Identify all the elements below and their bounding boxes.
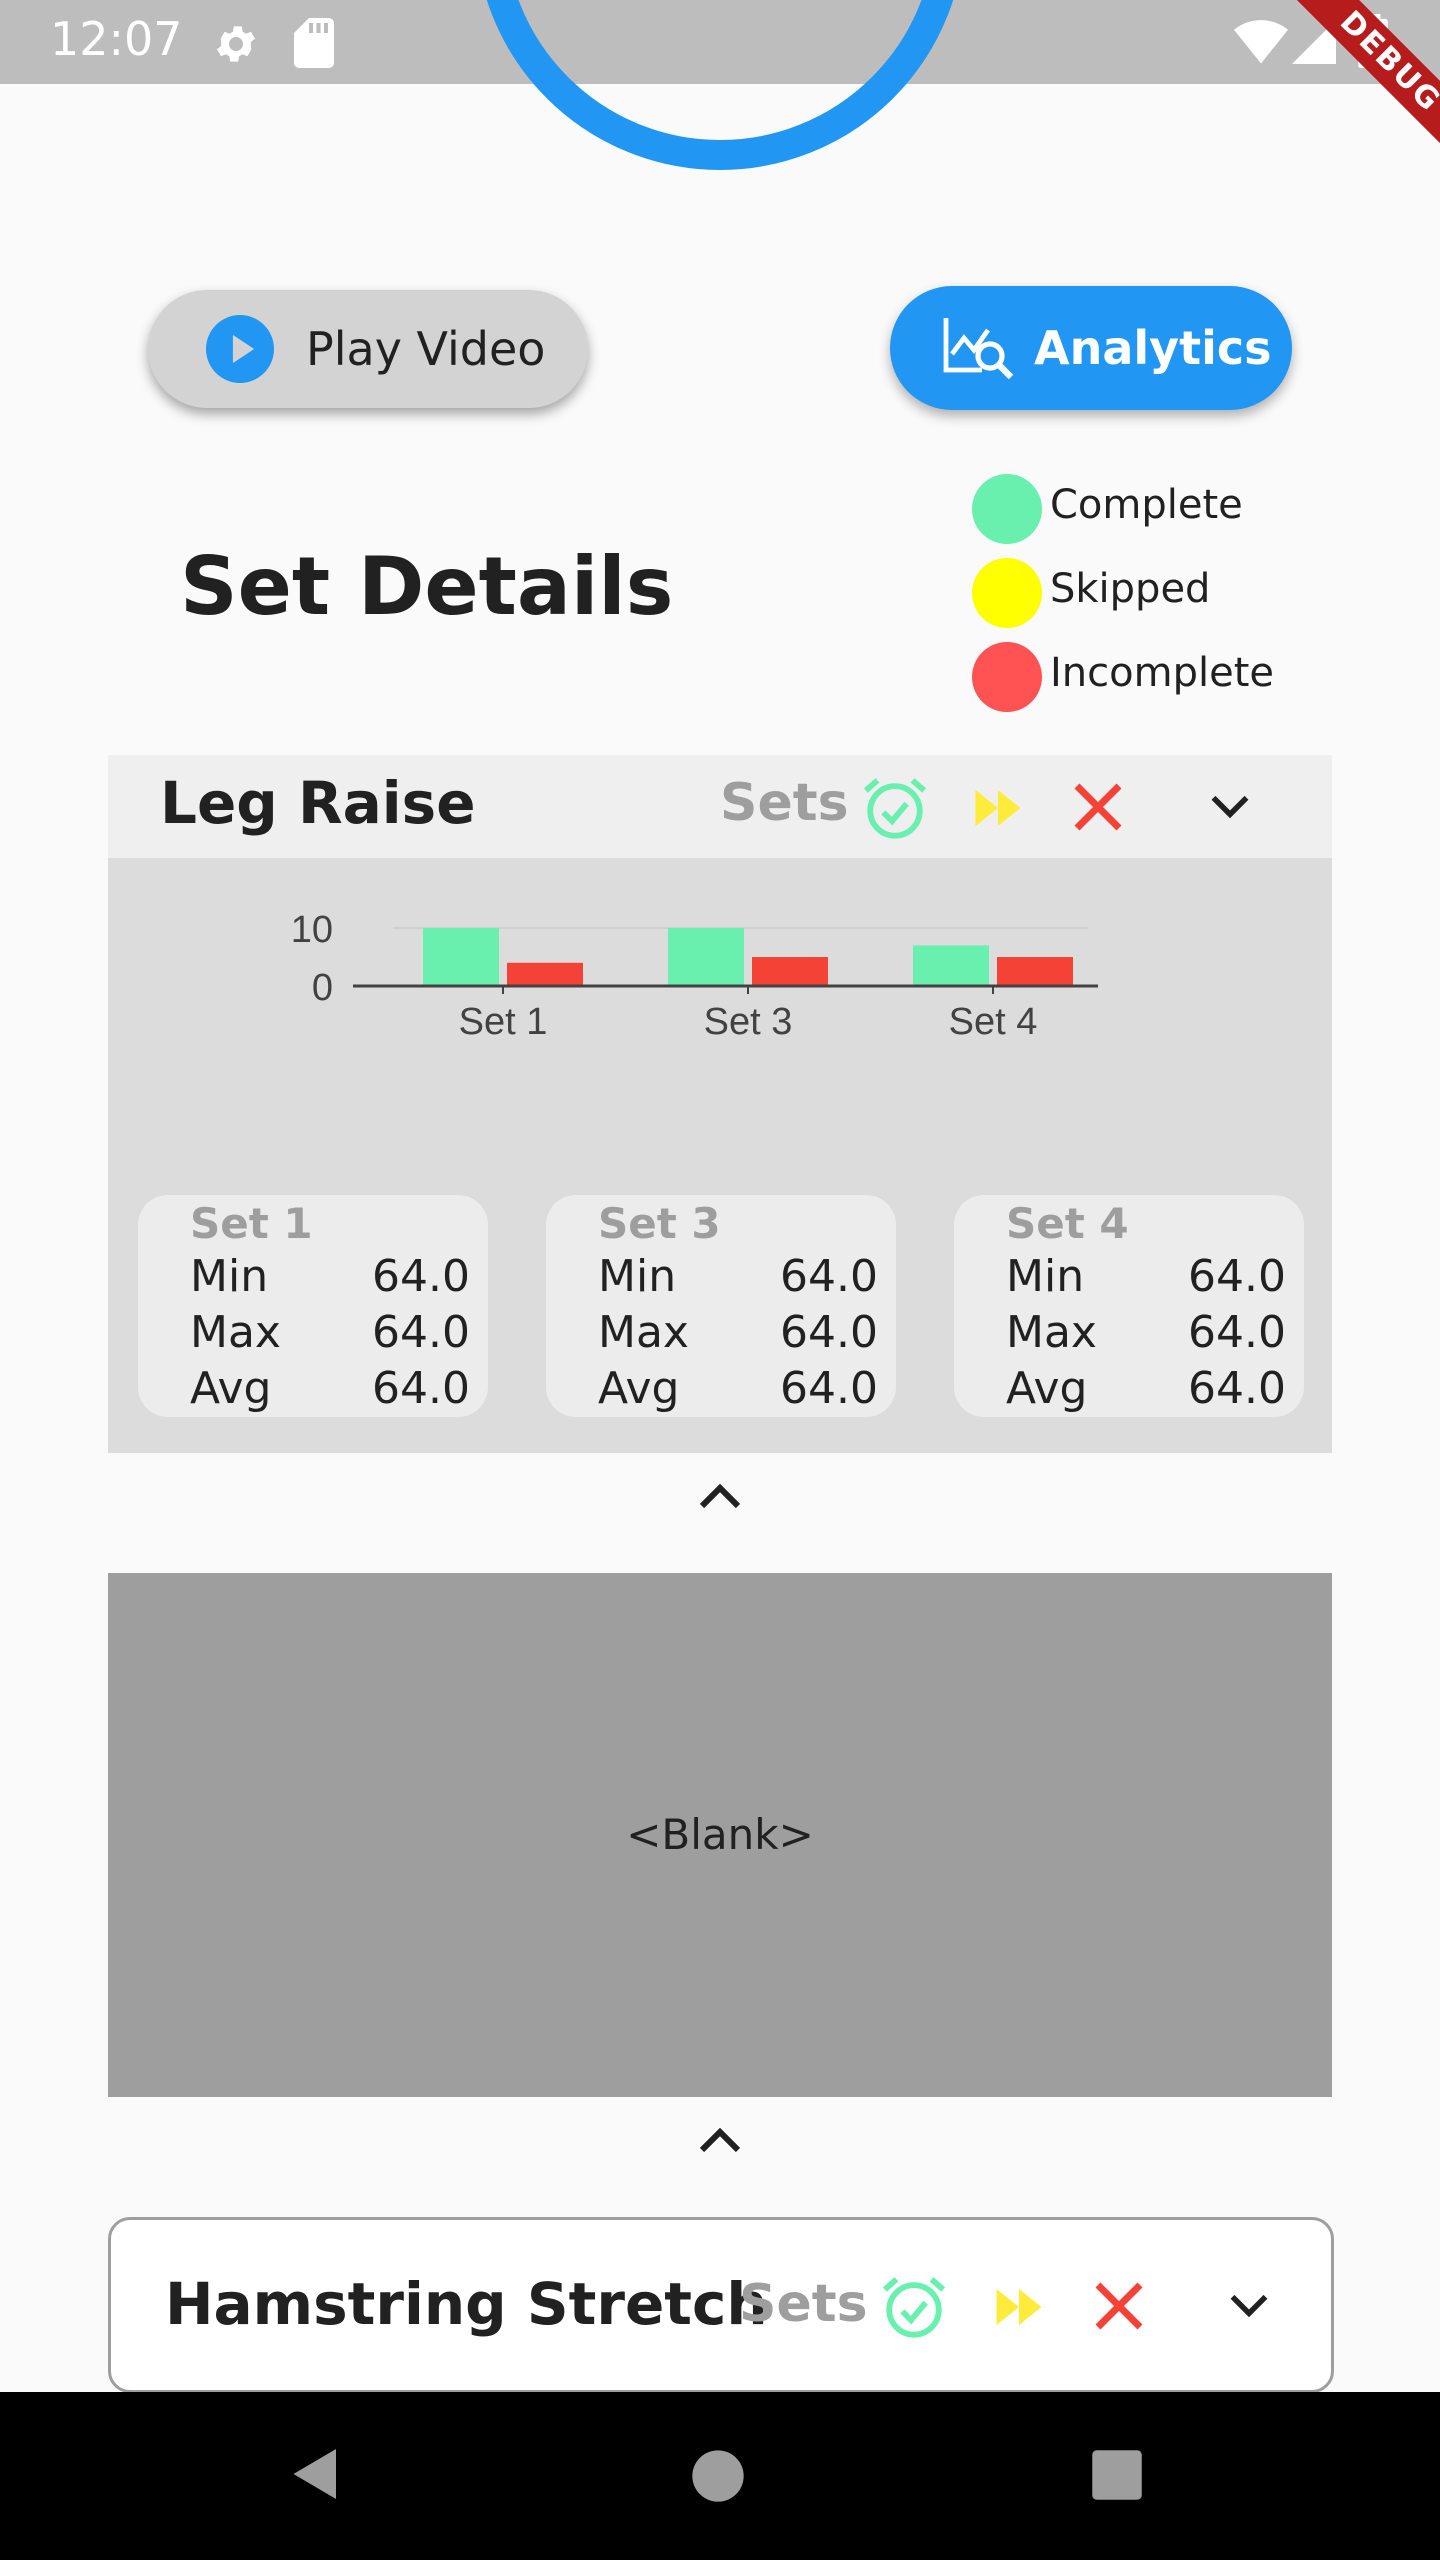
recents-icon[interactable] <box>1090 2448 1144 2502</box>
max-label: Max <box>190 1307 281 1358</box>
x-tick-label: Set 3 <box>704 1001 793 1043</box>
legend-label-complete: Complete <box>1050 482 1243 528</box>
chevron-up-icon[interactable] <box>696 1476 744 1516</box>
max-value: 64.0 <box>372 1307 470 1358</box>
back-icon[interactable] <box>286 2444 346 2504</box>
play-video-label: Play Video <box>306 322 546 376</box>
close-icon[interactable] <box>1070 779 1126 835</box>
min-value: 64.0 <box>372 1251 470 1302</box>
fast-forward-icon[interactable] <box>964 781 1032 835</box>
chevron-down-icon[interactable] <box>1227 2284 1271 2328</box>
analytics-button[interactable]: Analytics <box>890 286 1292 410</box>
max-label: Max <box>598 1307 689 1358</box>
avg-label: Avg <box>598 1363 680 1414</box>
avg-value: 64.0 <box>780 1363 878 1414</box>
wifi-icon <box>1234 20 1288 64</box>
sd-card-icon <box>294 18 334 68</box>
min-label: Min <box>1006 1251 1085 1302</box>
chevron-up-icon[interactable] <box>696 2120 744 2160</box>
alarm-check-icon[interactable] <box>879 2272 949 2342</box>
chart-bar <box>423 928 499 986</box>
close-icon[interactable] <box>1091 2278 1147 2334</box>
chart-bar <box>752 957 828 986</box>
min-value: 64.0 <box>780 1251 878 1302</box>
page-title: Set Details <box>180 540 674 633</box>
set-name: Set 4 <box>1006 1199 1129 1248</box>
sets-label: Sets <box>720 773 849 833</box>
exercise-card-hamstring-stretch[interactable]: Hamstring Stretch Sets <box>108 2217 1334 2393</box>
chart-bar <box>913 945 989 986</box>
legend-label-incomplete: Incomplete <box>1050 650 1274 696</box>
avg-value: 64.0 <box>1188 1363 1286 1414</box>
min-value: 64.0 <box>1188 1251 1286 1302</box>
avg-label: Avg <box>1006 1363 1088 1414</box>
complete-dot <box>972 474 1042 544</box>
x-tick-label: Set 4 <box>949 1001 1038 1043</box>
min-label: Min <box>598 1251 677 1302</box>
analytics-label: Analytics <box>1034 321 1272 375</box>
fast-forward-icon[interactable] <box>985 2280 1053 2334</box>
analytics-icon <box>943 318 1014 380</box>
incomplete-dot <box>972 642 1042 712</box>
status-time: 12:07 <box>50 12 183 66</box>
max-value: 64.0 <box>1188 1307 1286 1358</box>
set-stats-card: Set 1 Min 64.0 Max 64.0 Avg 64.0 <box>138 1195 488 1417</box>
play-video-button[interactable]: Play Video <box>148 290 588 408</box>
set-stats-card: Set 3 Min 64.0 Max 64.0 Avg 64.0 <box>546 1195 896 1417</box>
chart-bar <box>997 957 1073 986</box>
play-circle-icon <box>206 315 274 383</box>
home-icon[interactable] <box>690 2448 746 2504</box>
navigation-bar <box>0 2392 1440 2560</box>
gear-icon <box>217 26 255 62</box>
blank-panel: <Blank> <box>108 1573 1332 2097</box>
blank-label: <Blank> <box>626 1810 814 1859</box>
avg-value: 64.0 <box>372 1363 470 1414</box>
loading-spinner-arc <box>486 0 954 170</box>
y-tick-label: 10 <box>291 909 333 951</box>
legend-label-skipped: Skipped <box>1050 566 1211 612</box>
chevron-down-icon[interactable] <box>1208 785 1252 829</box>
exercise-title: Leg Raise <box>160 769 476 837</box>
exercise-card-leg-raise: Leg Raise Sets 0 10 Set 1 Set 3 Set 4 Set 1 … <box>108 755 1332 1453</box>
y-tick-label: 0 <box>312 967 333 1009</box>
set-stats-card: Set 4 Min 64.0 Max 64.0 Avg 64.0 <box>954 1195 1304 1417</box>
sets-bar-chart: 0 10 Set 1 Set 3 Set 4 <box>291 909 1098 1043</box>
alarm-check-icon[interactable] <box>860 773 930 843</box>
chart-bar <box>507 962 583 986</box>
avg-label: Avg <box>190 1363 272 1414</box>
chart-bar <box>668 928 744 986</box>
exercise-header[interactable]: Leg Raise Sets <box>108 755 1332 858</box>
max-label: Max <box>1006 1307 1097 1358</box>
set-name: Set 3 <box>598 1199 721 1248</box>
sets-label: Sets <box>739 2274 868 2334</box>
status-legend: Complete Skipped Incomplete <box>972 470 1292 720</box>
max-value: 64.0 <box>780 1307 878 1358</box>
x-tick-label: Set 1 <box>459 1001 548 1043</box>
skipped-dot <box>972 558 1042 628</box>
set-name: Set 1 <box>190 1199 313 1248</box>
min-label: Min <box>190 1251 269 1302</box>
exercise-title: Hamstring Stretch <box>165 2270 768 2338</box>
